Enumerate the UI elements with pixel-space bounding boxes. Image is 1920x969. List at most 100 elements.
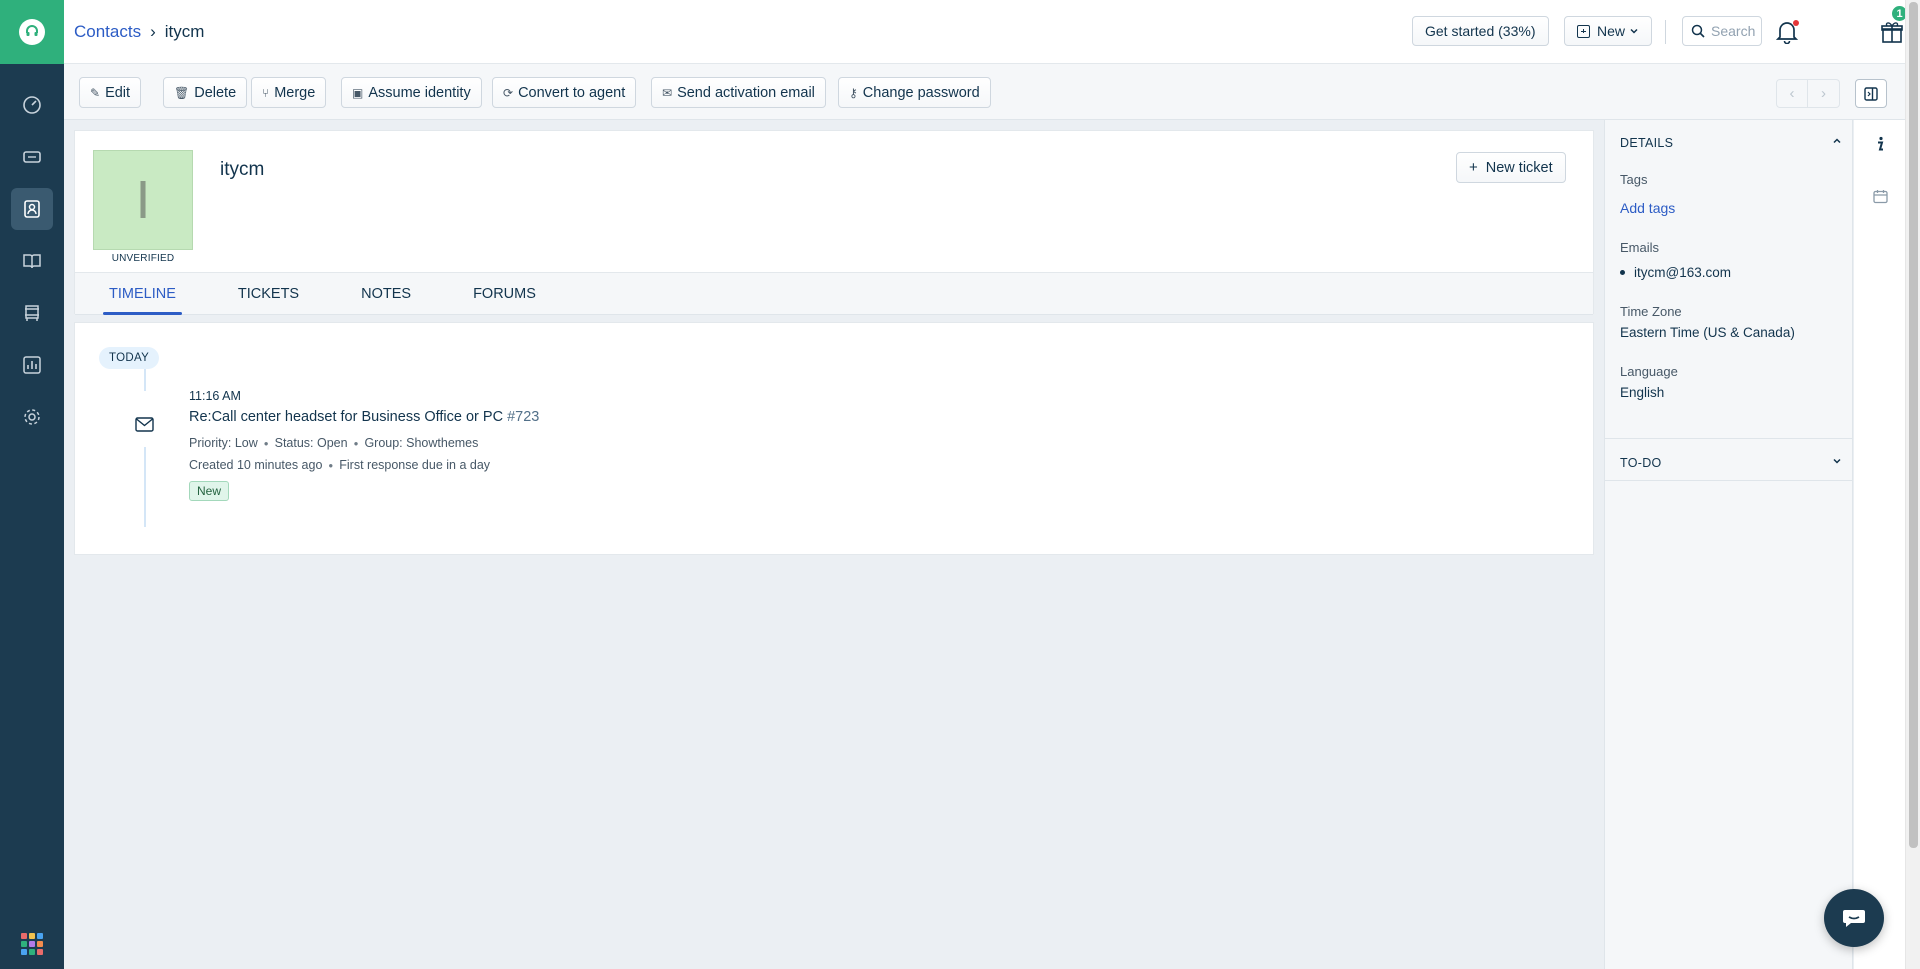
search-placeholder: Search bbox=[1711, 23, 1756, 39]
merge-icon: ⑂ bbox=[262, 85, 270, 100]
breadcrumb-current: itycm bbox=[164, 22, 205, 41]
email-value: itycm@163.com bbox=[1634, 265, 1731, 280]
next-record-chevron-icon[interactable]: › bbox=[1808, 79, 1840, 108]
details-heading: DETAILS bbox=[1620, 136, 1674, 150]
scrollbar-thumb[interactable] bbox=[1909, 2, 1918, 848]
assume-identity-button[interactable]: ▣ Assume identity bbox=[341, 77, 482, 108]
timeline-line-bottom bbox=[144, 447, 146, 527]
nav-tickets-icon[interactable] bbox=[11, 136, 53, 178]
ticket-title-link[interactable]: Re:Call center headset for Business Offi… bbox=[189, 409, 539, 425]
nav-reports-icon[interactable] bbox=[11, 344, 53, 386]
convert-icon: ⟳ bbox=[503, 85, 514, 100]
contact-action-toolbar: ✎ Edit 🗑 Delete ⑂ Merge ▣ Assume identity ⟳ C… bbox=[64, 64, 1905, 120]
chat-launcher-icon[interactable] bbox=[1824, 889, 1884, 947]
plus-icon: + bbox=[1469, 159, 1478, 176]
email-bullet bbox=[1620, 270, 1625, 275]
new-menu-label: New bbox=[1597, 23, 1626, 39]
nav-contacts-icon[interactable] bbox=[11, 188, 53, 230]
meta-bullet: ● bbox=[263, 438, 269, 448]
language-label: Language bbox=[1620, 364, 1678, 379]
app-switcher-icon[interactable] bbox=[21, 933, 43, 955]
trash-icon: 🗑 bbox=[174, 85, 190, 100]
details-panel: DETAILS Tags Add tags Emails itycm@163.c… bbox=[1604, 120, 1853, 969]
ticket-group: Group: Showthemes bbox=[364, 436, 479, 450]
delete-label: Delete bbox=[194, 84, 237, 101]
ticket-properties: Priority: Low ● Status: Open ● Group: Sh… bbox=[189, 436, 478, 450]
calendar-icon[interactable] bbox=[1870, 186, 1890, 206]
new-ticket-button[interactable]: + New ticket bbox=[1456, 152, 1566, 183]
identity-icon: ▣ bbox=[352, 85, 364, 100]
merge-button[interactable]: ⑂ Merge bbox=[251, 77, 327, 108]
tab-timeline[interactable]: TIMELINE bbox=[103, 273, 182, 315]
search-input[interactable]: Search bbox=[1682, 16, 1762, 46]
details-divider bbox=[1605, 438, 1852, 439]
record-pager: ‹ › bbox=[1776, 79, 1840, 108]
chevron-down-icon bbox=[1833, 458, 1841, 464]
left-nav-rail bbox=[0, 0, 64, 969]
tab-forums[interactable]: FORUMS bbox=[467, 273, 542, 315]
side-icon-rail bbox=[1854, 120, 1905, 969]
ticket-created: Created 10 minutes ago bbox=[189, 458, 323, 472]
change-password-label: Change password bbox=[862, 84, 980, 101]
breadcrumb: Contacts › itycm bbox=[74, 22, 204, 42]
send-activation-email-label: Send activation email bbox=[677, 84, 815, 101]
ticket-status: Status: Open bbox=[274, 436, 348, 450]
todo-heading: TO-DO bbox=[1620, 456, 1662, 470]
ticket-subject: Re:Call center headset for Business Offi… bbox=[189, 409, 504, 425]
chevron-down-icon bbox=[1630, 28, 1638, 34]
ticket-first-response: First response due in a day bbox=[339, 458, 491, 472]
ticket-priority: Priority: Low bbox=[189, 436, 258, 450]
info-icon[interactable] bbox=[1870, 134, 1890, 154]
timeline-line-top bbox=[144, 369, 146, 391]
top-header: Contacts › itycm Get started (33%) New S… bbox=[64, 0, 1908, 64]
meta-bullet: ● bbox=[353, 438, 359, 448]
assume-identity-label: Assume identity bbox=[368, 84, 471, 101]
headset-logo-icon bbox=[19, 19, 45, 45]
header-divider bbox=[1665, 20, 1666, 44]
previous-record-chevron-icon[interactable]: ‹ bbox=[1776, 79, 1808, 108]
get-started-button[interactable]: Get started (33%) bbox=[1412, 16, 1549, 46]
page-scrollbar[interactable] bbox=[1905, 0, 1920, 969]
convert-to-agent-button[interactable]: ⟳ Convert to agent bbox=[492, 77, 637, 108]
todo-divider bbox=[1605, 480, 1852, 481]
timeline-day-pill: TODAY bbox=[99, 347, 160, 369]
send-activation-email-button[interactable]: ✉ Send activation email bbox=[651, 77, 826, 108]
ticket-status-badge: New bbox=[189, 481, 230, 501]
edit-label: Edit bbox=[105, 84, 131, 101]
contact-avatar: I bbox=[93, 150, 193, 250]
new-menu-button[interactable]: New bbox=[1564, 16, 1653, 46]
timezone-value: Eastern Time (US & Canada) bbox=[1620, 325, 1795, 340]
convert-to-agent-label: Convert to agent bbox=[518, 84, 626, 101]
tags-label: Tags bbox=[1620, 172, 1648, 187]
details-section-header[interactable]: DETAILS bbox=[1620, 136, 1842, 150]
timezone-label: Time Zone bbox=[1620, 304, 1682, 319]
notification-dot bbox=[1793, 20, 1799, 26]
meta-bullet: ● bbox=[328, 460, 334, 470]
notifications-bell-icon[interactable] bbox=[1776, 20, 1800, 44]
add-tags-link[interactable]: Add tags bbox=[1620, 200, 1675, 216]
nav-solutions-icon[interactable] bbox=[11, 240, 53, 282]
email-item: itycm@163.com bbox=[1620, 265, 1731, 280]
todo-section-header[interactable]: TO-DO bbox=[1620, 456, 1842, 470]
event-time: 11:16 AM bbox=[189, 389, 241, 403]
chevron-up-icon bbox=[1833, 138, 1841, 144]
search-icon bbox=[1691, 24, 1705, 38]
breadcrumb-contacts-link[interactable]: Contacts bbox=[74, 22, 141, 42]
contact-card: I UNVERIFIED itycm + New ticket TIMELINE … bbox=[74, 130, 1594, 315]
tab-tickets[interactable]: TICKETS bbox=[232, 273, 305, 315]
mail-icon bbox=[130, 412, 158, 436]
nav-admin-gear-icon[interactable] bbox=[11, 396, 53, 438]
change-password-button[interactable]: ⚷ Change password bbox=[838, 77, 991, 108]
app-logo[interactable] bbox=[0, 0, 64, 64]
delete-button[interactable]: 🗑 Delete bbox=[163, 77, 248, 108]
verification-status: UNVERIFIED bbox=[111, 253, 175, 264]
gift-icon[interactable]: 1 bbox=[1880, 5, 1908, 44]
breadcrumb-separator: › bbox=[150, 22, 156, 41]
new-ticket-label: New ticket bbox=[1485, 159, 1553, 176]
edit-button[interactable]: ✎ Edit bbox=[79, 77, 142, 108]
nav-forums-icon[interactable] bbox=[11, 292, 53, 334]
nav-dashboard-icon[interactable] bbox=[11, 84, 53, 126]
contact-name: itycm bbox=[220, 159, 265, 180]
tab-notes[interactable]: NOTES bbox=[355, 273, 417, 315]
toggle-side-panel-icon[interactable] bbox=[1855, 79, 1887, 108]
